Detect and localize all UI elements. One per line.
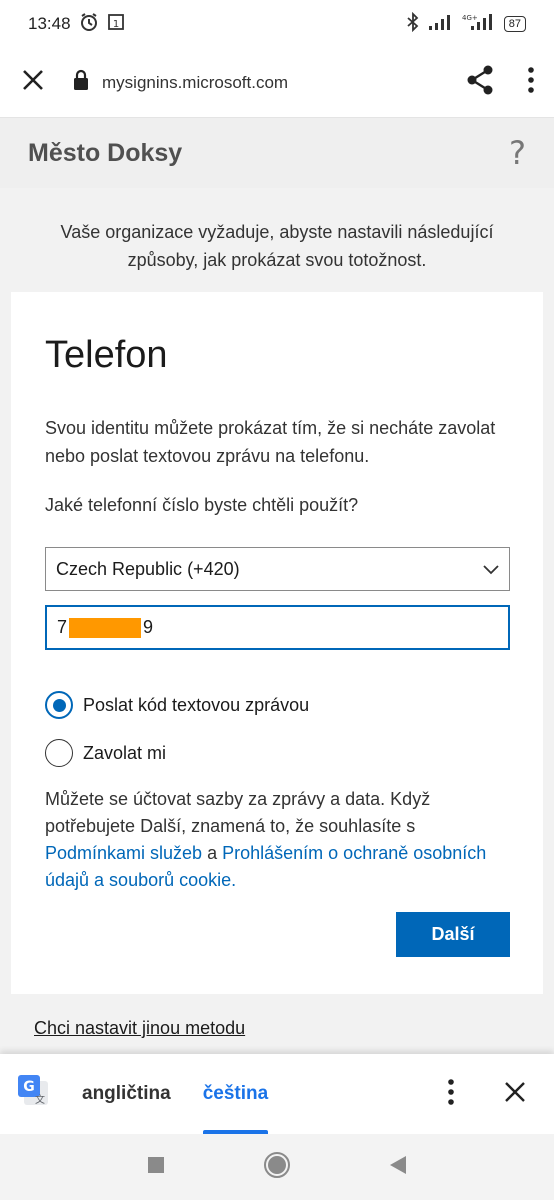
legal-and: a bbox=[207, 843, 218, 863]
chevron-down-icon bbox=[483, 559, 499, 580]
phone-suffix: 9 bbox=[143, 617, 154, 637]
url-text[interactable]: mysignins.microsoft.com bbox=[102, 73, 288, 93]
signal-icon bbox=[428, 13, 454, 36]
close-icon[interactable] bbox=[20, 67, 46, 98]
svg-text:文: 文 bbox=[35, 1093, 45, 1106]
lock-icon bbox=[72, 69, 90, 96]
option-text-message[interactable]: Poslat kód textovou zprávou bbox=[45, 691, 309, 719]
recents-icon[interactable] bbox=[147, 1156, 165, 1179]
organization-name: Město Doksy bbox=[28, 138, 183, 167]
help-icon[interactable]: ? bbox=[509, 134, 526, 172]
overflow-menu-icon[interactable] bbox=[528, 67, 534, 98]
browser-toolbar: mysignins.microsoft.com bbox=[0, 48, 554, 118]
home-icon[interactable] bbox=[263, 1151, 291, 1184]
phone-prefix: 7 bbox=[57, 617, 68, 637]
card-title: Telefon bbox=[45, 334, 168, 376]
alternate-method-link[interactable]: Chci nastavit jinou metodu bbox=[34, 1018, 245, 1039]
calendar-notification-icon: 1 bbox=[107, 13, 125, 36]
battery-indicator: 87 bbox=[503, 16, 526, 32]
option-label: Zavolat mi bbox=[83, 742, 167, 763]
status-bar: 13:48 1 4G+ 87 bbox=[0, 0, 554, 48]
phone-question: Jaké telefonní číslo byste chtěli použít… bbox=[45, 495, 359, 515]
radio-unchecked[interactable] bbox=[45, 739, 73, 767]
intro-text: Vaše organizace vyžaduje, abyste nastavi… bbox=[60, 222, 494, 270]
svg-text:1: 1 bbox=[112, 19, 118, 30]
svg-text:G: G bbox=[23, 1079, 35, 1095]
next-button[interactable]: Další bbox=[396, 912, 510, 957]
radio-checked[interactable] bbox=[45, 691, 73, 719]
translate-menu-icon[interactable] bbox=[448, 1078, 454, 1110]
share-icon[interactable] bbox=[466, 65, 494, 100]
organization-header: Město Doksy ? bbox=[0, 118, 554, 188]
signal-4g-icon: 4G+ bbox=[462, 12, 496, 37]
country-select[interactable]: Czech Republic (+420) bbox=[45, 547, 510, 591]
option-call[interactable]: Zavolat mi bbox=[45, 739, 166, 767]
terms-link[interactable]: Podmínkami služeb bbox=[45, 843, 202, 863]
redaction-block bbox=[69, 617, 142, 638]
navigation-bar bbox=[0, 1134, 554, 1200]
card-description: Svou identitu můžete prokázat tím, že si… bbox=[45, 418, 496, 466]
google-translate-icon: G 文 bbox=[18, 1074, 50, 1114]
language-tab-english[interactable]: angličtina bbox=[82, 1054, 171, 1134]
translate-close-icon[interactable] bbox=[504, 1081, 526, 1108]
phone-number-input[interactable]: 7 9 bbox=[45, 605, 510, 650]
status-time: 13:48 bbox=[28, 14, 71, 33]
svg-text:4G+: 4G+ bbox=[462, 14, 478, 22]
option-label: Poslat kód textovou zprávou bbox=[83, 694, 310, 715]
translate-bar: G 文 angličtina čeština bbox=[0, 1054, 554, 1134]
country-selected-value: Czech Republic (+420) bbox=[56, 558, 240, 579]
bluetooth-icon bbox=[406, 11, 420, 37]
back-icon[interactable] bbox=[389, 1155, 407, 1180]
alarm-icon bbox=[79, 12, 99, 37]
legal-text: Můžete se účtovat sazby za zprávy a data… bbox=[45, 786, 515, 894]
language-tab-czech[interactable]: čeština bbox=[202, 1054, 269, 1134]
legal-text-intro: Můžete se účtovat sazby za zprávy a data… bbox=[45, 789, 431, 836]
